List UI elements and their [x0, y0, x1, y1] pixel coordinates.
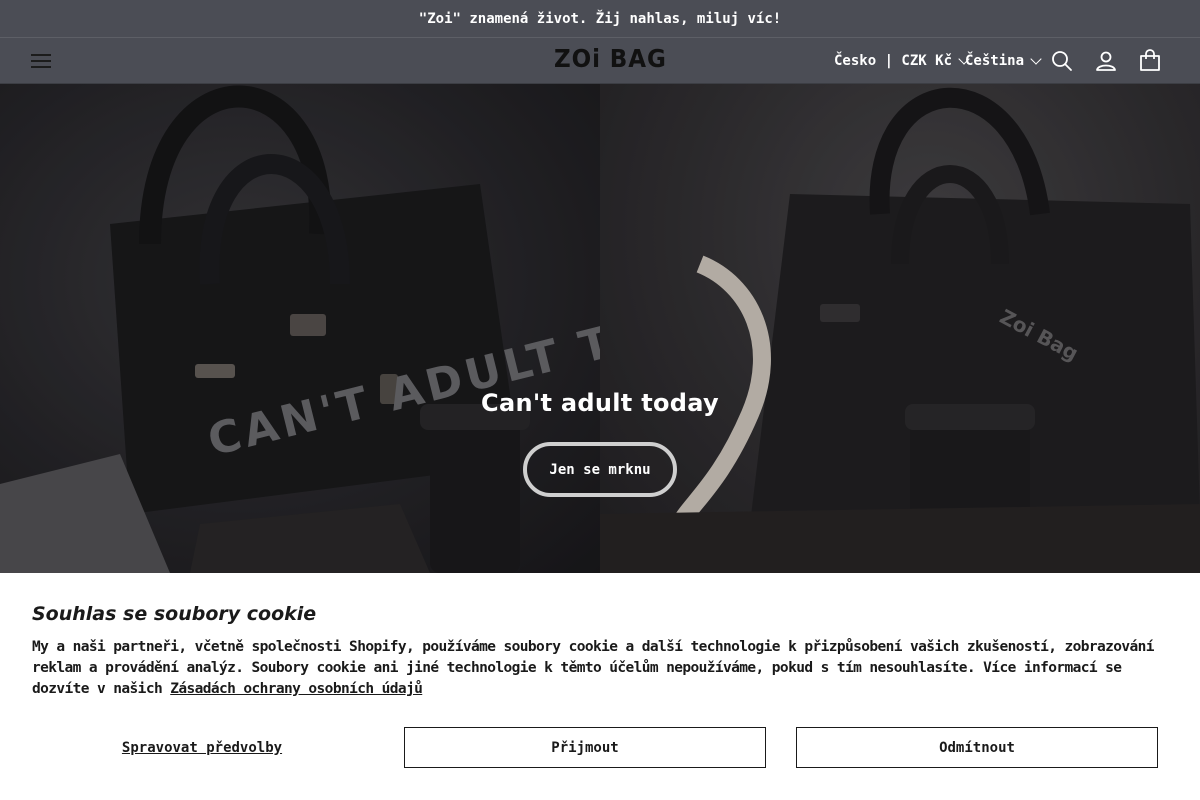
- manage-preferences-button[interactable]: Spravovat předvolby: [32, 727, 372, 768]
- announcement-bar: "Zoi" znamená život. Žij nahlas, miluj v…: [0, 0, 1200, 38]
- hero-cta-button[interactable]: Jen se mrknu: [523, 442, 677, 497]
- language-selector-label: Čeština: [965, 53, 1025, 69]
- announcement-text: "Zoi" znamená život. Žij nahlas, miluj v…: [418, 10, 782, 27]
- site-header: ZOi BAG Česko | CZK Kč Čeština: [0, 38, 1200, 84]
- decline-button[interactable]: Odmítnout: [796, 727, 1158, 768]
- site-logo[interactable]: ZOi BAG: [554, 44, 666, 76]
- cookie-description: My a naši partneři, včetně společnosti S…: [32, 637, 1172, 700]
- accept-button[interactable]: Přijmout: [404, 727, 766, 768]
- search-icon[interactable]: [1049, 48, 1075, 74]
- chevron-down-icon: [1030, 52, 1042, 65]
- language-selector[interactable]: Čeština: [965, 51, 1042, 71]
- country-selector[interactable]: Česko | CZK Kč: [834, 51, 970, 71]
- cart-icon[interactable]: [1137, 48, 1163, 74]
- country-selector-label: Česko | CZK Kč: [834, 53, 953, 69]
- hero-heading: Can't adult today: [481, 389, 719, 417]
- cookie-consent-banner: Souhlas se soubory cookie My a naši part…: [0, 573, 1200, 800]
- cookie-title: Souhlas se soubory cookie: [32, 603, 317, 625]
- hero-banner: CAN'T ADULT TODAY Zoi Bag Can't adult to…: [0, 84, 1200, 573]
- account-icon[interactable]: [1093, 48, 1119, 74]
- hero-overlay: [0, 84, 1200, 573]
- privacy-policy-link[interactable]: Zásadách ochrany osobních údajů: [170, 681, 423, 697]
- menu-icon[interactable]: [30, 50, 54, 72]
